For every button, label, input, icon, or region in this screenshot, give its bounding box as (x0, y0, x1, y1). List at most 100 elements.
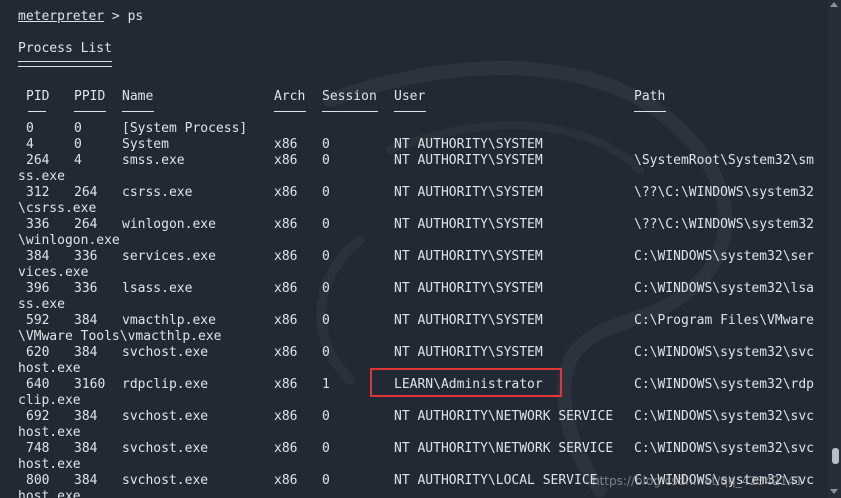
column-header-arch: Arch (274, 89, 306, 104)
command-text: > ps (104, 9, 144, 24)
scroll-thumb[interactable] (832, 448, 839, 464)
cell-pid: 336 (26, 217, 50, 232)
cell-arch: x86 (274, 217, 298, 232)
cell-name: [System Process] (122, 121, 248, 136)
cell-path-wrap: \csrss.exe (18, 201, 97, 216)
scrollbar[interactable] (828, 0, 841, 498)
cell-ppid: 0 (74, 121, 82, 136)
cell-path: C:\WINDOWS\system32\svc (634, 345, 815, 360)
cell-pid: 620 (26, 345, 50, 360)
command-line: meterpreter > ps (18, 9, 143, 25)
cell-arch: x86 (274, 409, 298, 424)
cell-name: services.exe (122, 249, 216, 264)
cell-arch: x86 (274, 345, 298, 360)
cell-session: 0 (322, 345, 330, 360)
cell-arch: x86 (274, 441, 298, 456)
cell-ppid: 264 (74, 185, 98, 200)
cell-path: C:\WINDOWS\system32\rdp (634, 377, 815, 392)
cell-arch: x86 (274, 473, 298, 488)
scroll-down-arrow-icon[interactable] (830, 489, 838, 494)
section-heading: Process List (18, 41, 112, 56)
terminal-window[interactable]: meterpreter > ps Process List PID PPID N… (0, 0, 841, 498)
cell-pid: 640 (26, 377, 50, 392)
cell-ppid: 3160 (74, 377, 106, 392)
cell-session: 0 (322, 217, 330, 232)
column-header-pid: PID (26, 89, 50, 104)
cell-name: svchost.exe (122, 441, 209, 456)
cell-path-wrap: host.exe (18, 457, 81, 472)
cell-path-wrap: host.exe (18, 489, 81, 498)
cell-pid: 264 (26, 153, 50, 168)
prompt: meterpreter (18, 9, 105, 24)
cell-pid: 692 (26, 409, 50, 424)
cell-arch: x86 (274, 313, 298, 328)
cell-user: NT AUTHORITY\SYSTEM (394, 345, 543, 360)
cell-path-wrap: vices.exe (18, 265, 89, 280)
cell-ppid: 4 (74, 153, 82, 168)
separator-arch (274, 111, 306, 112)
cell-pid: 592 (26, 313, 50, 328)
cell-ppid: 264 (74, 217, 98, 232)
cell-session: 0 (322, 473, 330, 488)
cell-user: NT AUTHORITY\SYSTEM (394, 137, 543, 152)
cell-name: svchost.exe (122, 345, 209, 360)
cell-arch: x86 (274, 153, 298, 168)
separator-ppid (74, 111, 106, 112)
cell-ppid: 384 (74, 313, 98, 328)
cell-ppid: 336 (74, 281, 98, 296)
column-header-user: User (394, 89, 426, 104)
cell-user: NT AUTHORITY\SYSTEM (394, 217, 543, 232)
cell-pid: 396 (26, 281, 50, 296)
kali-dragon-watermark (316, 61, 733, 497)
cell-user: NT AUTHORITY\SYSTEM (394, 281, 543, 296)
cell-arch: x86 (274, 137, 298, 152)
cell-session: 0 (322, 185, 330, 200)
cell-session: 0 (322, 409, 330, 424)
cell-name: smss.exe (122, 153, 185, 168)
cell-pid: 0 (26, 121, 34, 136)
cell-pid: 4 (26, 137, 34, 152)
separator-path (634, 111, 666, 112)
cell-pid: 312 (26, 185, 50, 200)
cell-session: 0 (322, 441, 330, 456)
cell-session: 1 (322, 377, 330, 392)
cell-name: rdpclip.exe (122, 377, 209, 392)
highlight-annotation (370, 368, 562, 397)
cell-path: C:\Program Files\VMware (634, 313, 815, 328)
cell-user: NT AUTHORITY\SYSTEM (394, 313, 543, 328)
cell-session: 0 (322, 137, 330, 152)
cell-session: 0 (322, 153, 330, 168)
cell-ppid: 384 (74, 409, 98, 424)
cell-arch: x86 (274, 185, 298, 200)
cell-path-wrap: clip.exe (18, 393, 81, 408)
cell-user: NT AUTHORITY\SYSTEM (394, 249, 543, 264)
cell-session: 0 (322, 313, 330, 328)
separator-session (322, 111, 378, 112)
cell-arch: x86 (274, 281, 298, 296)
cell-name: winlogon.exe (122, 217, 216, 232)
cell-arch: x86 (274, 249, 298, 264)
cell-session: 0 (322, 281, 330, 296)
cell-path-wrap: ss.exe (18, 169, 65, 184)
cell-name: svchost.exe (122, 473, 209, 488)
cell-path: C:\WINDOWS\system32\ser (634, 249, 815, 264)
cell-path-wrap: ss.exe (18, 297, 65, 312)
cell-path: C:\WINDOWS\system32\lsa (634, 281, 815, 296)
cell-path: C:\WINDOWS\system32\svc (634, 441, 815, 456)
column-header-name: Name (122, 89, 154, 104)
blog-watermark: https://blog.csdn.net/qq_42342141 (592, 474, 803, 488)
cell-name: lsass.exe (122, 281, 193, 296)
cell-ppid: 384 (74, 473, 98, 488)
cell-path-wrap: host.exe (18, 361, 81, 376)
cell-name: vmacthlp.exe (122, 313, 216, 328)
cell-path: \??\C:\WINDOWS\system32 (634, 217, 815, 232)
cell-name: System (122, 137, 169, 152)
column-header-session: Session (322, 89, 377, 104)
cell-user: NT AUTHORITY\LOCAL SERVICE (394, 473, 598, 488)
cell-pid: 384 (26, 249, 50, 264)
cell-user: NT AUTHORITY\SYSTEM (394, 185, 543, 200)
cell-path-wrap: \winlogon.exe (18, 233, 120, 248)
separator-pid (28, 111, 46, 112)
scroll-up-arrow-icon[interactable] (830, 2, 838, 7)
cell-ppid: 384 (74, 441, 98, 456)
